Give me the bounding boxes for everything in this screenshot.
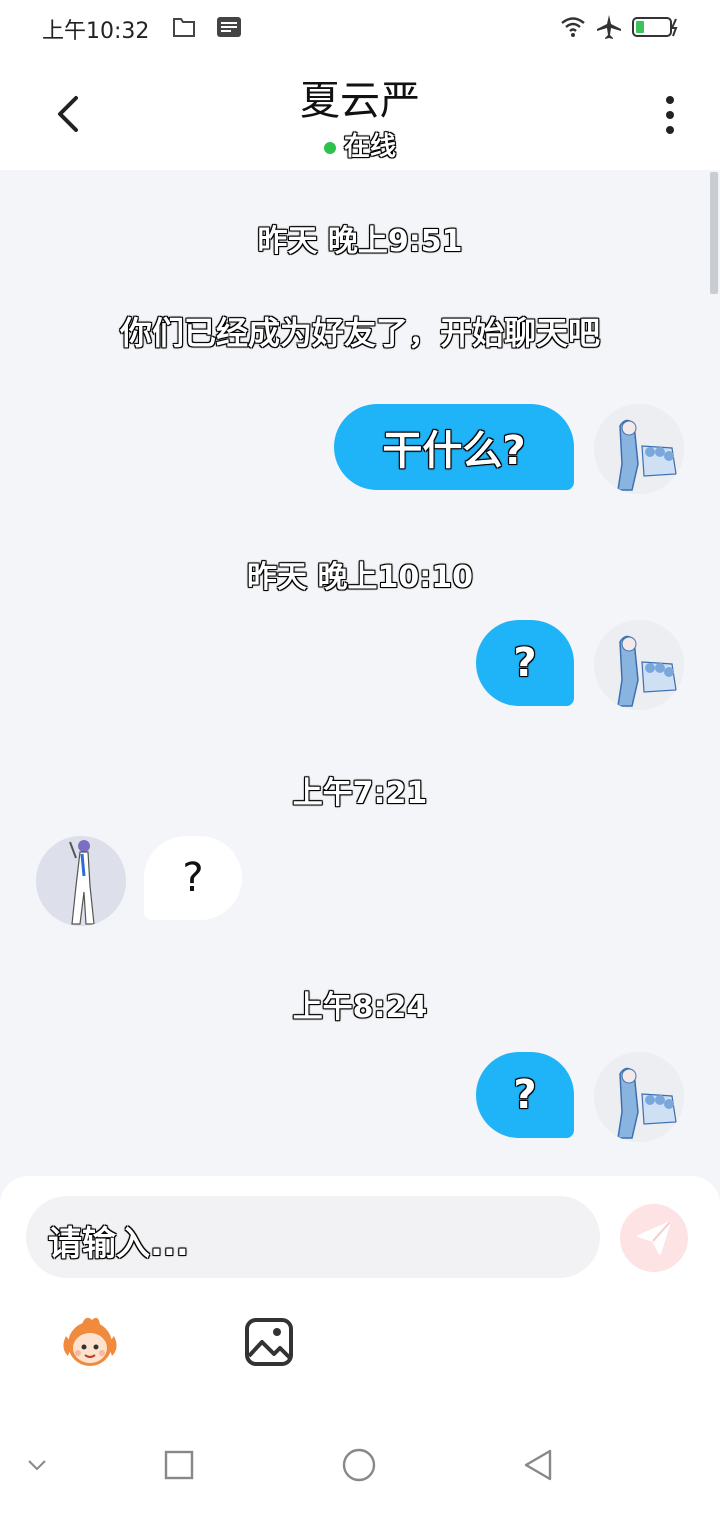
online-dot-icon <box>323 141 336 154</box>
online-label: 在线 <box>343 132 396 162</box>
emoji-button[interactable] <box>56 1314 124 1370</box>
message-input[interactable]: 请输入... <box>26 1196 600 1278</box>
send-button[interactable] <box>620 1204 688 1272</box>
message-composer: 请输入... <box>0 1176 720 1432</box>
notes-icon <box>217 17 241 37</box>
my-avatar[interactable] <box>594 1052 684 1142</box>
message-text: ? <box>513 640 537 686</box>
status-bar: 上午10:32 <box>0 0 720 56</box>
online-status: 在线 <box>0 126 720 163</box>
message-timestamp: 上午7:21 <box>292 776 428 811</box>
contact-avatar[interactable] <box>36 836 126 926</box>
message-timestamp: 昨天 晚上9:51 <box>257 224 463 259</box>
outgoing-message-bubble[interactable]: ? <box>476 620 574 706</box>
input-placeholder: 请输入... <box>48 1224 189 1264</box>
more-options-button[interactable] <box>660 96 680 140</box>
message-text: ? <box>513 1072 537 1118</box>
message-timestamp: 上午8:24 <box>292 990 428 1025</box>
back-nav-button[interactable] <box>522 1448 554 1482</box>
wifi-icon <box>561 17 585 37</box>
outgoing-message-bubble[interactable]: ? <box>476 1052 574 1138</box>
recents-button[interactable] <box>164 1450 194 1480</box>
message-text: 干什么? <box>382 428 526 474</box>
status-time: 上午10:32 <box>42 19 150 44</box>
my-avatar[interactable] <box>594 404 684 494</box>
incoming-message-bubble[interactable]: ? <box>144 836 242 920</box>
navigation-bar <box>0 1432 720 1520</box>
airplane-icon <box>597 15 621 39</box>
chevron-down-icon[interactable] <box>26 1458 48 1472</box>
folder-icon <box>173 18 195 37</box>
send-icon <box>637 1221 671 1255</box>
my-avatar[interactable] <box>594 620 684 710</box>
chat-header: 夏云严 在线 <box>0 56 720 170</box>
message-timestamp: 昨天 晚上10:10 <box>247 560 473 595</box>
image-button[interactable] <box>244 1316 294 1368</box>
battery-icon <box>632 17 678 37</box>
message-text: ? <box>182 855 204 901</box>
home-button[interactable] <box>342 1448 376 1482</box>
outgoing-message-bubble[interactable]: 干什么? <box>334 404 574 490</box>
contact-name: 夏云严 <box>300 78 420 124</box>
system-message: 你们已经成为好友了，开始聊天吧 <box>119 314 600 352</box>
